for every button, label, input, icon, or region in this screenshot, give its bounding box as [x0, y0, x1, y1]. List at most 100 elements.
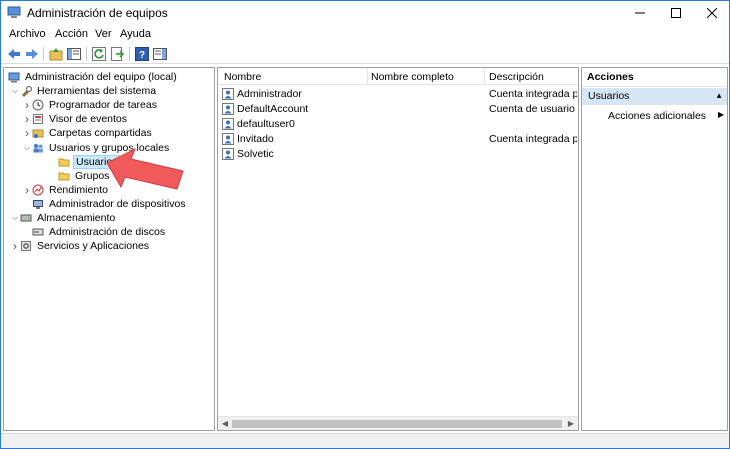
annotation-arrow-icon — [106, 147, 184, 190]
close-button[interactable] — [695, 1, 729, 25]
maximize-button[interactable] — [659, 1, 693, 25]
tree-item-label: Herramientas del sistema — [37, 85, 157, 98]
console-tree: Administración del equipo (local) ⌵ Herram… — [3, 67, 215, 431]
computer-management-icon — [7, 6, 21, 18]
list-header: Nombre Nombre completo Descripción — [218, 68, 578, 85]
scrollbar-thumb[interactable] — [232, 420, 562, 428]
column-header-name[interactable]: Nombre — [224, 71, 364, 83]
title-bar: Administración de equipos — [1, 1, 729, 25]
forward-arrow-icon[interactable] — [24, 46, 40, 62]
user-row[interactable]: Solvetic — [218, 147, 578, 162]
column-divider[interactable] — [367, 68, 368, 85]
tree-item-label: Administración del equipo (local) — [25, 71, 177, 83]
user-list-pane: Nombre Nombre completo Descripción Admin… — [217, 67, 579, 431]
collapsed-chevron-icon[interactable]: › — [22, 98, 32, 112]
performance-icon — [32, 184, 44, 196]
actions-section-usuarios[interactable]: Usuarios ▲ — [582, 88, 727, 105]
back-arrow-icon[interactable] — [6, 46, 22, 62]
tree-item[interactable]: ⌵ Herramientas del sistema — [10, 84, 158, 98]
show-hide-action-pane-icon[interactable] — [152, 46, 168, 62]
user-name: DefaultAccount — [237, 103, 309, 115]
toolbar-separator — [129, 47, 130, 61]
window-title: Administración de equipos — [27, 6, 168, 20]
tree-item[interactable]: › Rendimiento — [22, 183, 110, 197]
actions-section-label: Usuarios — [588, 90, 630, 102]
collapsed-chevron-icon[interactable]: › — [10, 239, 20, 253]
user-icon — [222, 103, 234, 115]
clock-icon — [32, 99, 44, 111]
tree-item[interactable]: › Carpetas compartidas — [22, 126, 154, 140]
expanded-chevron-icon[interactable]: ⌵ — [22, 143, 32, 153]
collapse-triangle-icon[interactable]: ▲ — [715, 91, 723, 100]
user-description: Cuenta integrada para — [489, 133, 577, 145]
services-icon — [21, 241, 31, 252]
disk-icon — [32, 228, 44, 236]
show-hide-tree-icon[interactable] — [66, 46, 82, 62]
device-manager-icon — [33, 199, 43, 209]
toolbar: ? — [1, 44, 729, 64]
menu-ver[interactable]: Ver — [95, 28, 112, 40]
tree-item-label: Visor de eventos — [49, 113, 128, 126]
expanded-chevron-icon[interactable]: ⌵ — [10, 213, 20, 223]
tree-item[interactable]: ⌵ Almacenamiento — [10, 211, 117, 225]
column-header-description[interactable]: Descripción — [489, 71, 577, 83]
actions-title: Acciones — [582, 68, 727, 87]
user-name: defaultuser0 — [237, 118, 295, 130]
menu-ayuda[interactable]: Ayuda — [120, 28, 151, 40]
tree-item[interactable]: Administración del equipo (local) — [8, 70, 179, 84]
folder-icon — [58, 172, 70, 181]
menu-archivo[interactable]: Archivo — [9, 28, 46, 40]
user-icon — [222, 148, 234, 160]
collapsed-chevron-icon[interactable]: › — [22, 126, 32, 140]
minimize-icon — [635, 12, 645, 14]
user-row[interactable]: Invitado Cuenta integrada para — [218, 132, 578, 147]
scroll-left-arrow-icon[interactable]: ◀ — [219, 418, 231, 430]
menu-bar: Archivo Acción Ver Ayuda — [1, 27, 729, 43]
app-window: Administración de equipos Archivo Acción… — [0, 0, 730, 449]
user-name: Solvetic — [237, 148, 274, 160]
toolbar-separator — [86, 47, 87, 61]
user-name: Administrador — [237, 88, 302, 100]
user-row[interactable]: Administrador Cuenta integrada para — [218, 87, 578, 102]
collapsed-chevron-icon[interactable]: › — [22, 112, 32, 126]
expanded-chevron-icon[interactable]: ⌵ — [10, 86, 20, 96]
tools-icon — [22, 85, 32, 98]
folder-icon — [58, 158, 70, 167]
column-header-full-name[interactable]: Nombre completo — [371, 71, 481, 83]
tree-item[interactable]: › Visor de eventos — [22, 112, 129, 126]
refresh-icon[interactable] — [91, 46, 107, 62]
collapsed-chevron-icon[interactable]: › — [22, 183, 32, 197]
toolbar-separator — [43, 47, 44, 61]
horizontal-scrollbar[interactable]: ◀ ▶ — [218, 416, 578, 430]
submenu-arrow-icon[interactable]: ▶ — [718, 110, 724, 119]
user-description: Cuenta integrada para — [489, 88, 577, 100]
actions-pane: Acciones Usuarios ▲ Acciones adicionales… — [581, 67, 728, 431]
event-viewer-icon — [33, 114, 43, 125]
menu-accion[interactable]: Acción — [55, 28, 88, 40]
storage-icon — [20, 214, 32, 222]
svg-text:?: ? — [139, 50, 145, 61]
column-divider[interactable] — [484, 68, 485, 85]
computer-icon — [8, 72, 20, 83]
tree-item[interactable]: › Programador de tareas — [22, 98, 159, 112]
shared-folder-icon — [32, 129, 44, 139]
tree-item[interactable]: Administración de discos — [22, 225, 167, 239]
user-icon — [222, 88, 234, 100]
tree-item-label: Almacenamiento — [37, 212, 116, 224]
user-row[interactable]: defaultuser0 — [218, 117, 578, 132]
tree-item-label: Programador de tareas — [49, 99, 157, 112]
user-row[interactable]: DefaultAccount Cuenta de usuario ad — [218, 102, 578, 117]
status-bar — [1, 433, 729, 448]
up-folder-icon[interactable] — [48, 46, 64, 62]
minimize-button[interactable] — [623, 1, 657, 25]
help-icon[interactable]: ? — [134, 46, 150, 62]
export-list-icon[interactable] — [109, 46, 125, 62]
more-actions-item[interactable]: Acciones adicionales — [608, 110, 706, 122]
tree-item[interactable]: › Servicios y Aplicaciones — [10, 239, 151, 253]
scroll-right-arrow-icon[interactable]: ▶ — [565, 418, 577, 430]
maximize-icon — [671, 8, 681, 18]
user-name: Invitado — [237, 133, 274, 145]
user-icon — [222, 118, 234, 130]
users-groups-icon — [33, 143, 43, 152]
close-icon — [707, 8, 717, 18]
